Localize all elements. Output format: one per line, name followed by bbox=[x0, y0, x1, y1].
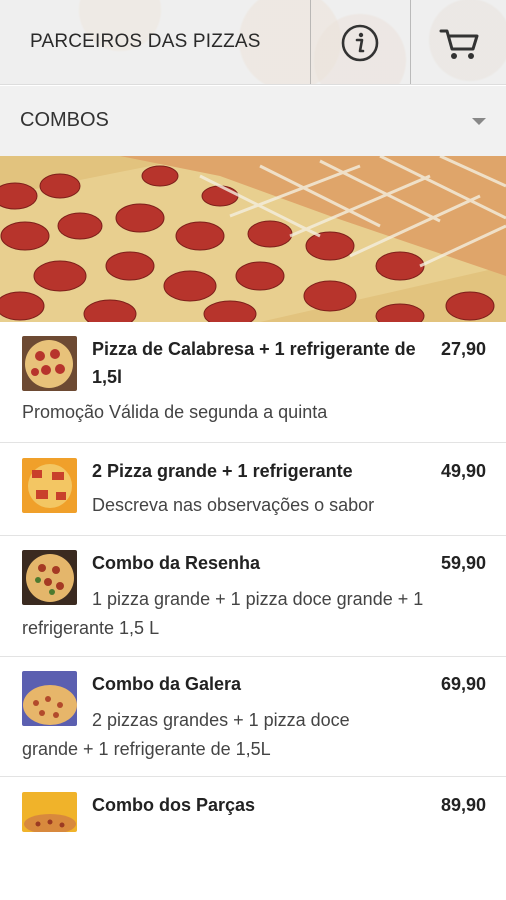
product-name: Combo da Resenha bbox=[92, 553, 261, 573]
list-item[interactable]: 2 Pizza grande + 1 refrigerante 49,90 De… bbox=[0, 443, 506, 536]
list-item[interactable]: Combo da Galera 69,90 2 pizzas grandes +… bbox=[0, 657, 506, 777]
app-title: PARCEIROS DAS PIZZAS bbox=[30, 31, 261, 52]
product-list: Pizza de Calabresa + 1 refrigerante de 1… bbox=[0, 322, 506, 900]
info-circle-icon bbox=[341, 24, 379, 62]
product-description: Promoção Válida de segunda a quinta bbox=[22, 402, 328, 422]
product-name: 2 Pizza grande + 1 refrigerante bbox=[92, 461, 353, 481]
header-divider bbox=[410, 0, 411, 84]
list-item[interactable]: Combo da Resenha 59,90 1 pizza grande + … bbox=[0, 536, 506, 657]
list-item[interactable]: Pizza de Calabresa + 1 refrigerante de 1… bbox=[0, 322, 506, 443]
cart-button[interactable] bbox=[436, 20, 482, 66]
product-price: 59,90 bbox=[440, 553, 486, 573]
product-thumbnail bbox=[22, 458, 77, 513]
product-price: 49,90 bbox=[440, 461, 486, 481]
caret-down-icon bbox=[472, 118, 486, 125]
category-dropdown[interactable]: COMBOS bbox=[0, 86, 506, 156]
product-price: 89,90 bbox=[440, 795, 486, 815]
product-price: 27,90 bbox=[440, 339, 486, 359]
product-description: 1 pizza grande + 1 pizza doce grande + 1… bbox=[22, 589, 424, 638]
product-thumbnail bbox=[22, 792, 77, 832]
pizza-photo bbox=[0, 156, 506, 322]
product-description: Descreva nas observações o sabor bbox=[92, 495, 375, 515]
category-label: COMBOS bbox=[20, 109, 109, 131]
product-description: 2 pizzas grandes + 1 pizza doce grande +… bbox=[22, 710, 350, 759]
shopping-cart-icon bbox=[439, 29, 479, 59]
list-item[interactable]: Combo dos Parças 89,90 bbox=[0, 777, 506, 857]
category-banner-image bbox=[0, 156, 506, 322]
product-thumbnail bbox=[22, 336, 77, 391]
info-button[interactable] bbox=[337, 20, 383, 66]
product-name: Combo dos Parças bbox=[92, 795, 256, 815]
product-name: Combo da Galera bbox=[92, 674, 242, 694]
header-divider bbox=[310, 0, 311, 84]
app-header: PARCEIROS DAS PIZZAS bbox=[0, 0, 506, 85]
product-price: 69,90 bbox=[440, 674, 486, 694]
product-name: Pizza de Calabresa + 1 refrigerante de 1… bbox=[92, 339, 416, 387]
